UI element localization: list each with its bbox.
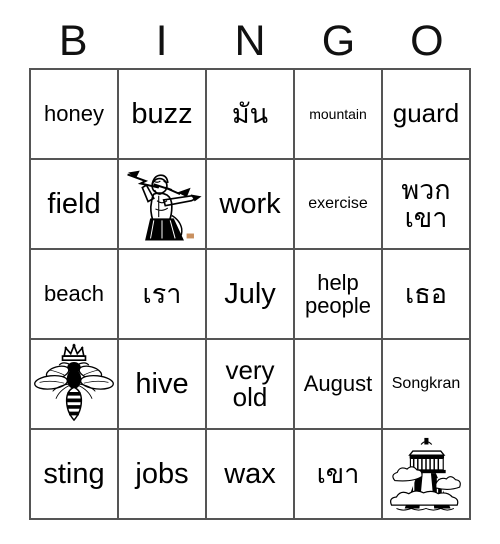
bingo-header-letter-n: N bbox=[234, 16, 266, 65]
bingo-cell-r4-c3[interactable]: very old bbox=[207, 340, 295, 430]
bingo-header-letter-o: O bbox=[410, 16, 444, 65]
bingo-cell-r4-c2[interactable]: hive bbox=[119, 340, 207, 430]
queen-bee-icon bbox=[33, 342, 115, 426]
bingo-cell-r4-c5[interactable]: Songkran bbox=[383, 340, 471, 430]
bingo-cell-r3-c2[interactable]: เรา bbox=[119, 250, 207, 340]
bingo-cell-label: jobs bbox=[135, 457, 189, 490]
bingo-header-letter-b: B bbox=[58, 16, 88, 65]
bingo-cell-label: honey bbox=[44, 101, 104, 127]
bingo-cell-label: work bbox=[219, 187, 281, 220]
bingo-cell-label: field bbox=[47, 187, 101, 220]
bingo-cell-r2-c4[interactable]: exercise bbox=[295, 160, 383, 250]
bingo-cell-r2-c1[interactable]: field bbox=[31, 160, 119, 250]
bingo-cell-r5-c5[interactable] bbox=[383, 430, 471, 520]
bingo-grid: honey buzz มัน mountain guard field work exerc… bbox=[29, 68, 471, 520]
bingo-cell-label: sting bbox=[43, 457, 105, 490]
bingo-header-letter-i: I bbox=[155, 16, 168, 65]
bingo-card: B I N G O honey buzz มัน mountain guard field wor… bbox=[0, 0, 500, 544]
bingo-cell-r2-c5[interactable]: พวก เขา bbox=[383, 160, 471, 250]
bingo-cell-r2-c3[interactable]: work bbox=[207, 160, 295, 250]
bingo-header: BINGO bbox=[29, 14, 471, 68]
bingo-cell-r3-c3[interactable]: July bbox=[207, 250, 295, 340]
bingo-cell-r3-c1[interactable]: beach bbox=[31, 250, 119, 340]
bingo-cell-r4-c4[interactable]: August bbox=[295, 340, 383, 430]
bingo-cell-r3-c5[interactable]: เธอ bbox=[383, 250, 471, 340]
bingo-cell-label: เรา bbox=[142, 278, 182, 309]
bingo-cell-label: exercise bbox=[308, 194, 368, 212]
bingo-header-letter-g: G bbox=[321, 16, 356, 65]
bingo-cell-label: very old bbox=[225, 354, 275, 412]
bingo-cell-r5-c1[interactable]: sting bbox=[31, 430, 119, 520]
bingo-cell-label: hive bbox=[135, 367, 189, 400]
bingo-cell-r1-c4[interactable]: mountain bbox=[295, 70, 383, 160]
bingo-cell-r1-c3[interactable]: มัน bbox=[207, 70, 295, 160]
bingo-cell-r1-c2[interactable]: buzz bbox=[119, 70, 207, 160]
bingo-cell-r5-c2[interactable]: jobs bbox=[119, 430, 207, 520]
bingo-cell-r5-c4[interactable]: เขา bbox=[295, 430, 383, 520]
zeus-thunderbolt-icon bbox=[121, 162, 203, 246]
bingo-cell-label: buzz bbox=[131, 97, 193, 130]
bingo-cell-r1-c5[interactable]: guard bbox=[383, 70, 471, 160]
bingo-cell-label: มัน bbox=[231, 98, 269, 129]
bingo-cell-label: พวก เขา bbox=[401, 174, 451, 233]
bingo-cell-r4-c1[interactable] bbox=[31, 340, 119, 430]
bingo-cell-label: wax bbox=[224, 457, 276, 490]
bingo-cell-label: July bbox=[224, 277, 276, 310]
bingo-cell-label: เธอ bbox=[405, 278, 447, 309]
bingo-cell-label: beach bbox=[44, 281, 104, 307]
bingo-cell-label: help people bbox=[304, 269, 372, 318]
bingo-cell-label: guard bbox=[392, 98, 460, 129]
bingo-cell-label: mountain bbox=[309, 105, 367, 122]
bingo-cell-r3-c4[interactable]: help people bbox=[295, 250, 383, 340]
bingo-cell-r2-c2[interactable] bbox=[119, 160, 207, 250]
mount-olympus-temple-icon bbox=[385, 432, 467, 516]
bingo-cell-label: Songkran bbox=[391, 374, 461, 392]
bingo-cell-label: August bbox=[303, 371, 373, 397]
bingo-cell-label: เขา bbox=[316, 458, 360, 489]
bingo-cell-r1-c1[interactable]: honey bbox=[31, 70, 119, 160]
bingo-cell-r5-c3[interactable]: wax bbox=[207, 430, 295, 520]
